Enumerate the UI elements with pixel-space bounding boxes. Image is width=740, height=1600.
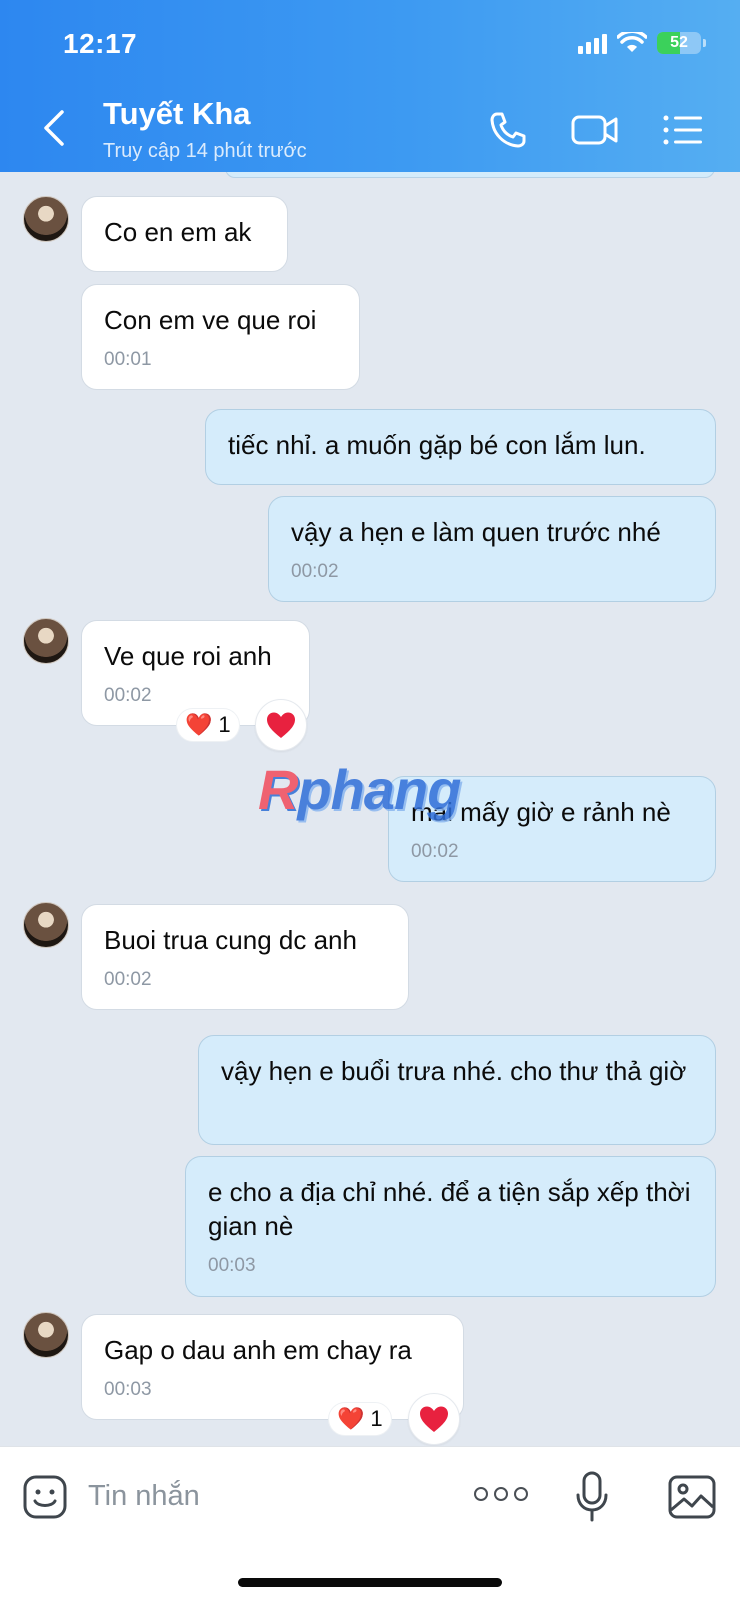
list-menu-icon	[663, 115, 702, 145]
message-text: Buoi trua cung dc anh	[104, 925, 357, 955]
phone-icon	[490, 112, 526, 148]
react-button[interactable]	[255, 699, 307, 751]
message-text: Gap o dau anh em chay ra	[104, 1335, 412, 1365]
reaction-summary[interactable]: ❤️ 1	[176, 708, 240, 742]
outgoing-message[interactable]: e cho a địa chỉ nhé. để a tiện sắp xếp t…	[185, 1156, 716, 1297]
message-composer	[0, 1446, 740, 1600]
message-time: 00:02	[104, 685, 152, 706]
status-icons: 52	[578, 32, 706, 54]
reaction-summary[interactable]: ❤️ 1	[328, 1402, 392, 1436]
contact-avatar[interactable]	[23, 196, 69, 242]
message-input[interactable]	[88, 1471, 448, 1521]
message-text: vậy hẹn e buổi trưa nhé. cho thư thả giờ	[221, 1056, 687, 1086]
message-list[interactable]: Co en em ak Con em ve que roi 00:01 tiếc…	[0, 172, 740, 1446]
contact-avatar[interactable]	[23, 902, 69, 948]
heart-icon	[420, 1406, 448, 1432]
incoming-message[interactable]: Buoi trua cung dc anh 00:02	[81, 904, 409, 1010]
video-camera-icon	[571, 115, 618, 145]
voice-call-button[interactable]	[488, 108, 528, 152]
back-arrow-icon[interactable]	[40, 108, 70, 148]
home-indicator	[238, 1578, 502, 1587]
video-call-button[interactable]	[570, 108, 620, 152]
watermark-logo: Rphang	[258, 758, 461, 821]
message-time: 00:02	[291, 561, 339, 582]
incoming-message[interactable]: Con em ve que roi 00:01	[81, 284, 360, 390]
outgoing-message[interactable]: tiếc nhỉ. a muốn gặp bé con lắm lun.	[205, 409, 716, 485]
dot-icon	[494, 1487, 508, 1501]
contact-avatar[interactable]	[23, 1312, 69, 1358]
contact-name[interactable]: Tuyết Kha	[103, 96, 251, 132]
emoji-sticker-icon[interactable]	[23, 1475, 67, 1519]
message-time: 00:03	[208, 1255, 256, 1276]
message-text: vậy a hẹn e làm quen trước nhé	[291, 517, 661, 547]
reaction-count: 1	[218, 712, 231, 737]
chat-options-button[interactable]	[662, 108, 704, 152]
react-button[interactable]	[408, 1393, 460, 1445]
outgoing-message[interactable]: vậy a hẹn e làm quen trước nhé 00:02	[268, 496, 716, 602]
message-text: Con em ve que roi	[104, 305, 317, 335]
outgoing-message[interactable]: vậy hẹn e buổi trưa nhé. cho thư thả giờ	[198, 1035, 716, 1145]
incoming-message[interactable]: Co en em ak	[81, 196, 288, 272]
message-text: Co en em ak	[104, 217, 252, 247]
heart-icon	[267, 712, 295, 738]
message-time: 00:02	[411, 841, 459, 862]
chat-header: 12:17 52 Tuyết Kha Truy cập 14 phút trướ…	[0, 0, 740, 172]
message-text: e cho a địa chỉ nhé. để a tiện sắp xếp t…	[208, 1177, 691, 1241]
message-time: 00:01	[104, 349, 152, 370]
status-time: 12:17	[63, 28, 138, 59]
previous-message-bubble	[225, 172, 715, 178]
contact-avatar[interactable]	[23, 618, 69, 664]
message-time: 00:02	[104, 969, 152, 990]
battery-percent: 52	[670, 34, 688, 51]
battery-tip	[703, 39, 706, 47]
incoming-message[interactable]: Gap o dau anh em chay ra 00:03	[81, 1314, 464, 1420]
message-text: tiếc nhỉ. a muốn gặp bé con lắm lun.	[228, 430, 646, 460]
battery-icon: 52	[657, 32, 701, 54]
microphone-icon[interactable]	[574, 1471, 610, 1523]
wifi-icon	[617, 32, 647, 52]
contact-last-seen: Truy cập 14 phút trước	[103, 140, 307, 162]
message-time: 00:03	[104, 1379, 152, 1400]
dot-icon	[514, 1487, 528, 1501]
more-options-button[interactable]	[474, 1487, 528, 1501]
heart-reaction-icon: ❤️	[185, 712, 213, 737]
cellular-signal-icon	[578, 32, 607, 54]
reaction-count: 1	[370, 1406, 383, 1431]
image-gallery-icon[interactable]	[668, 1475, 716, 1519]
message-text: Ve que roi anh	[104, 641, 272, 671]
dot-icon	[474, 1487, 488, 1501]
heart-reaction-icon: ❤️	[337, 1406, 365, 1431]
